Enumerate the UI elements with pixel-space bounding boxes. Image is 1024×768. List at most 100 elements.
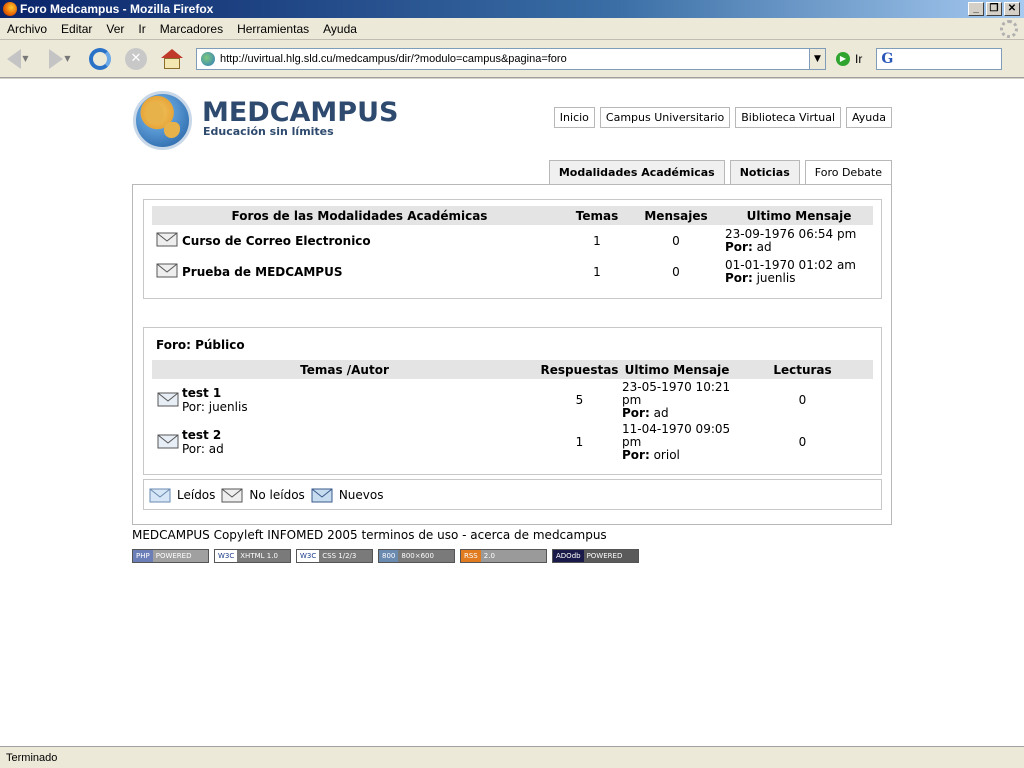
- topic-link[interactable]: test 1: [182, 386, 537, 400]
- topic-lecturas: 0: [798, 435, 807, 449]
- reload-icon: [89, 47, 111, 70]
- reload-button[interactable]: [86, 45, 114, 73]
- forum-main-box: Foros de las Modalidades Académicas Tema…: [132, 184, 892, 525]
- tab-modalidades-academicas[interactable]: Modalidades Académicas: [548, 160, 725, 185]
- stop-icon: ✕: [125, 47, 147, 70]
- last-message-user: ad: [756, 239, 772, 254]
- por-label: Por:: [622, 447, 650, 462]
- forum-temas: 1: [593, 264, 601, 279]
- header-temas-autor: Temas /Autor: [152, 360, 537, 379]
- footer-badges: PHP POWERED W3C XHTML 1.0 W3C CSS 1/2/3 800…: [132, 549, 639, 563]
- chevron-down-icon: ▼: [22, 54, 29, 63]
- back-button[interactable]: ▼: [4, 45, 32, 73]
- topic-respuestas: 5: [575, 393, 584, 407]
- badge-css[interactable]: W3C CSS 1/2/3: [296, 549, 373, 563]
- close-button[interactable]: ✕: [1004, 2, 1020, 16]
- go-button[interactable]: ▶ Ir: [836, 51, 863, 66]
- header-respuestas: Respuestas: [537, 360, 622, 379]
- home-icon: [161, 48, 183, 69]
- url-dropdown-button[interactable]: ▼: [809, 48, 825, 69]
- por-label: Por:: [725, 239, 753, 254]
- menu-editar[interactable]: Editar: [54, 22, 99, 36]
- topic-last-message: 11-04-1970 09:05 pm Por: oriol: [622, 421, 732, 463]
- topic-link[interactable]: test 2: [182, 428, 537, 442]
- maximize-button[interactable]: ❐: [986, 2, 1002, 16]
- last-message-user: oriol: [653, 447, 680, 462]
- window-title: Foro Medcampus - Mozilla Firefox: [20, 2, 214, 16]
- envelope-read-icon: [156, 262, 178, 278]
- forum-link[interactable]: Prueba de MEDCAMPUS: [182, 256, 567, 287]
- legend-nuevos: Nuevos: [311, 487, 383, 503]
- url-text[interactable]: http://uvirtual.hlg.sld.cu/medcampus/dir…: [220, 53, 809, 65]
- envelope-read-icon: [156, 231, 178, 247]
- forward-button[interactable]: ▼: [46, 45, 74, 73]
- nav-biblioteca-virtual[interactable]: Biblioteca Virtual: [735, 107, 842, 128]
- topic-author: Por: juenlis: [182, 400, 248, 414]
- menu-archivo[interactable]: Archivo: [0, 22, 54, 36]
- envelope-new-icon: [311, 487, 333, 503]
- firefox-icon: [3, 2, 17, 16]
- badge-rss[interactable]: RSS 2.0: [460, 549, 547, 563]
- menu-ver[interactable]: Ver: [99, 22, 131, 36]
- envelope-legend: Leídos No leídos Nuevos: [143, 479, 882, 510]
- nav-campus-universitario[interactable]: Campus Universitario: [599, 107, 731, 128]
- menu-ayuda[interactable]: Ayuda: [316, 22, 364, 36]
- forward-arrow-icon: [49, 48, 64, 69]
- last-message-date: 23-05-1970 10:21: [622, 379, 731, 394]
- topic-cell: test 2 Por: ad: [182, 421, 537, 463]
- nav-ayuda[interactable]: Ayuda: [846, 107, 892, 128]
- forum-mensajes: 0: [672, 233, 680, 248]
- menu-herramientas[interactable]: Herramientas: [230, 22, 316, 36]
- address-bar[interactable]: http://uvirtual.hlg.sld.cu/medcampus/dir…: [196, 47, 826, 70]
- badge-php[interactable]: PHP POWERED: [132, 549, 209, 563]
- forum-temas: 1: [593, 233, 601, 248]
- nav-inicio[interactable]: Inicio: [553, 107, 595, 128]
- forums-panel: Foros de las Modalidades Académicas Tema…: [143, 199, 882, 299]
- badge-resolution[interactable]: 800 800×600: [378, 549, 455, 563]
- menu-ir[interactable]: Ir: [131, 22, 152, 36]
- home-button[interactable]: [158, 45, 186, 73]
- stop-button[interactable]: ✕: [122, 45, 150, 73]
- last-message-user: juenlis: [756, 270, 796, 285]
- header-mensajes: Mensajes: [627, 206, 725, 225]
- legend-no-leidos: No leídos: [221, 487, 305, 503]
- medcampus-logo[interactable]: MEDCAMPUS Educación sin límites: [132, 91, 432, 153]
- table-row: Curso de Correo Electronico 1 0 23-09-19…: [152, 225, 873, 256]
- tab-foro-debate[interactable]: Foro Debate: [804, 160, 892, 185]
- menu-bar: Archivo Editar Ver Ir Marcadores Herrami…: [0, 18, 1024, 40]
- page-icon: [201, 51, 215, 66]
- legend-leidos: Leídos: [149, 487, 215, 503]
- legend-label: No leídos: [249, 487, 305, 502]
- topic-lecturas: 0: [798, 393, 807, 407]
- window-titlebar: Foro Medcampus - Mozilla Firefox _ ❐ ✕: [0, 0, 1024, 18]
- forum-last-message: 01-01-1970 01:02 am Por: juenlis: [725, 256, 873, 287]
- menu-marcadores[interactable]: Marcadores: [153, 22, 230, 36]
- forums-header-row: Foros de las Modalidades Académicas Tema…: [152, 206, 873, 225]
- brand-name: MEDCAMPUS: [202, 97, 399, 128]
- topics-table: Temas /Autor Respuestas Ultimo Mensaje L…: [152, 360, 873, 463]
- navigation-toolbar: ▼ ▼ ✕ http://uvirtual.hlg.sld.cu/medcamp…: [0, 40, 1024, 78]
- go-arrow-icon: ▶: [836, 51, 850, 66]
- last-message-user: ad: [653, 405, 669, 420]
- minimize-button[interactable]: _: [968, 2, 984, 16]
- last-message-date: 11-04-1970 09:05: [622, 421, 731, 436]
- top-navigation: Inicio Campus Universitario Biblioteca V…: [553, 107, 892, 128]
- tab-noticias[interactable]: Noticias: [729, 160, 800, 185]
- badge-adodb[interactable]: ADOdb POWERED: [552, 549, 639, 563]
- forum-mensajes: 0: [672, 264, 680, 279]
- search-input[interactable]: G: [876, 47, 1003, 70]
- forums-table: Foros de las Modalidades Académicas Tema…: [152, 206, 873, 287]
- forum-link[interactable]: Curso de Correo Electronico: [182, 225, 567, 256]
- envelope-unread-icon: [221, 487, 243, 503]
- status-bar: Terminado: [0, 746, 1024, 768]
- por-label: Por:: [622, 405, 650, 420]
- table-row: test 1 Por: juenlis 5 23-05-1970 10:21 p…: [152, 379, 873, 421]
- topics-panel: Foro: Público Temas /Autor Respuestas Ul…: [143, 327, 882, 475]
- go-label: Ir: [855, 51, 863, 66]
- badge-xhtml[interactable]: W3C XHTML 1.0: [214, 549, 291, 563]
- header-ultimo-mensaje: Ultimo Mensaje: [622, 360, 732, 379]
- chevron-down-icon: ▼: [64, 54, 71, 63]
- brand-tagline: Educación sin límites: [203, 125, 334, 138]
- legend-label: Leídos: [177, 487, 216, 502]
- envelope-read-icon: [157, 391, 179, 407]
